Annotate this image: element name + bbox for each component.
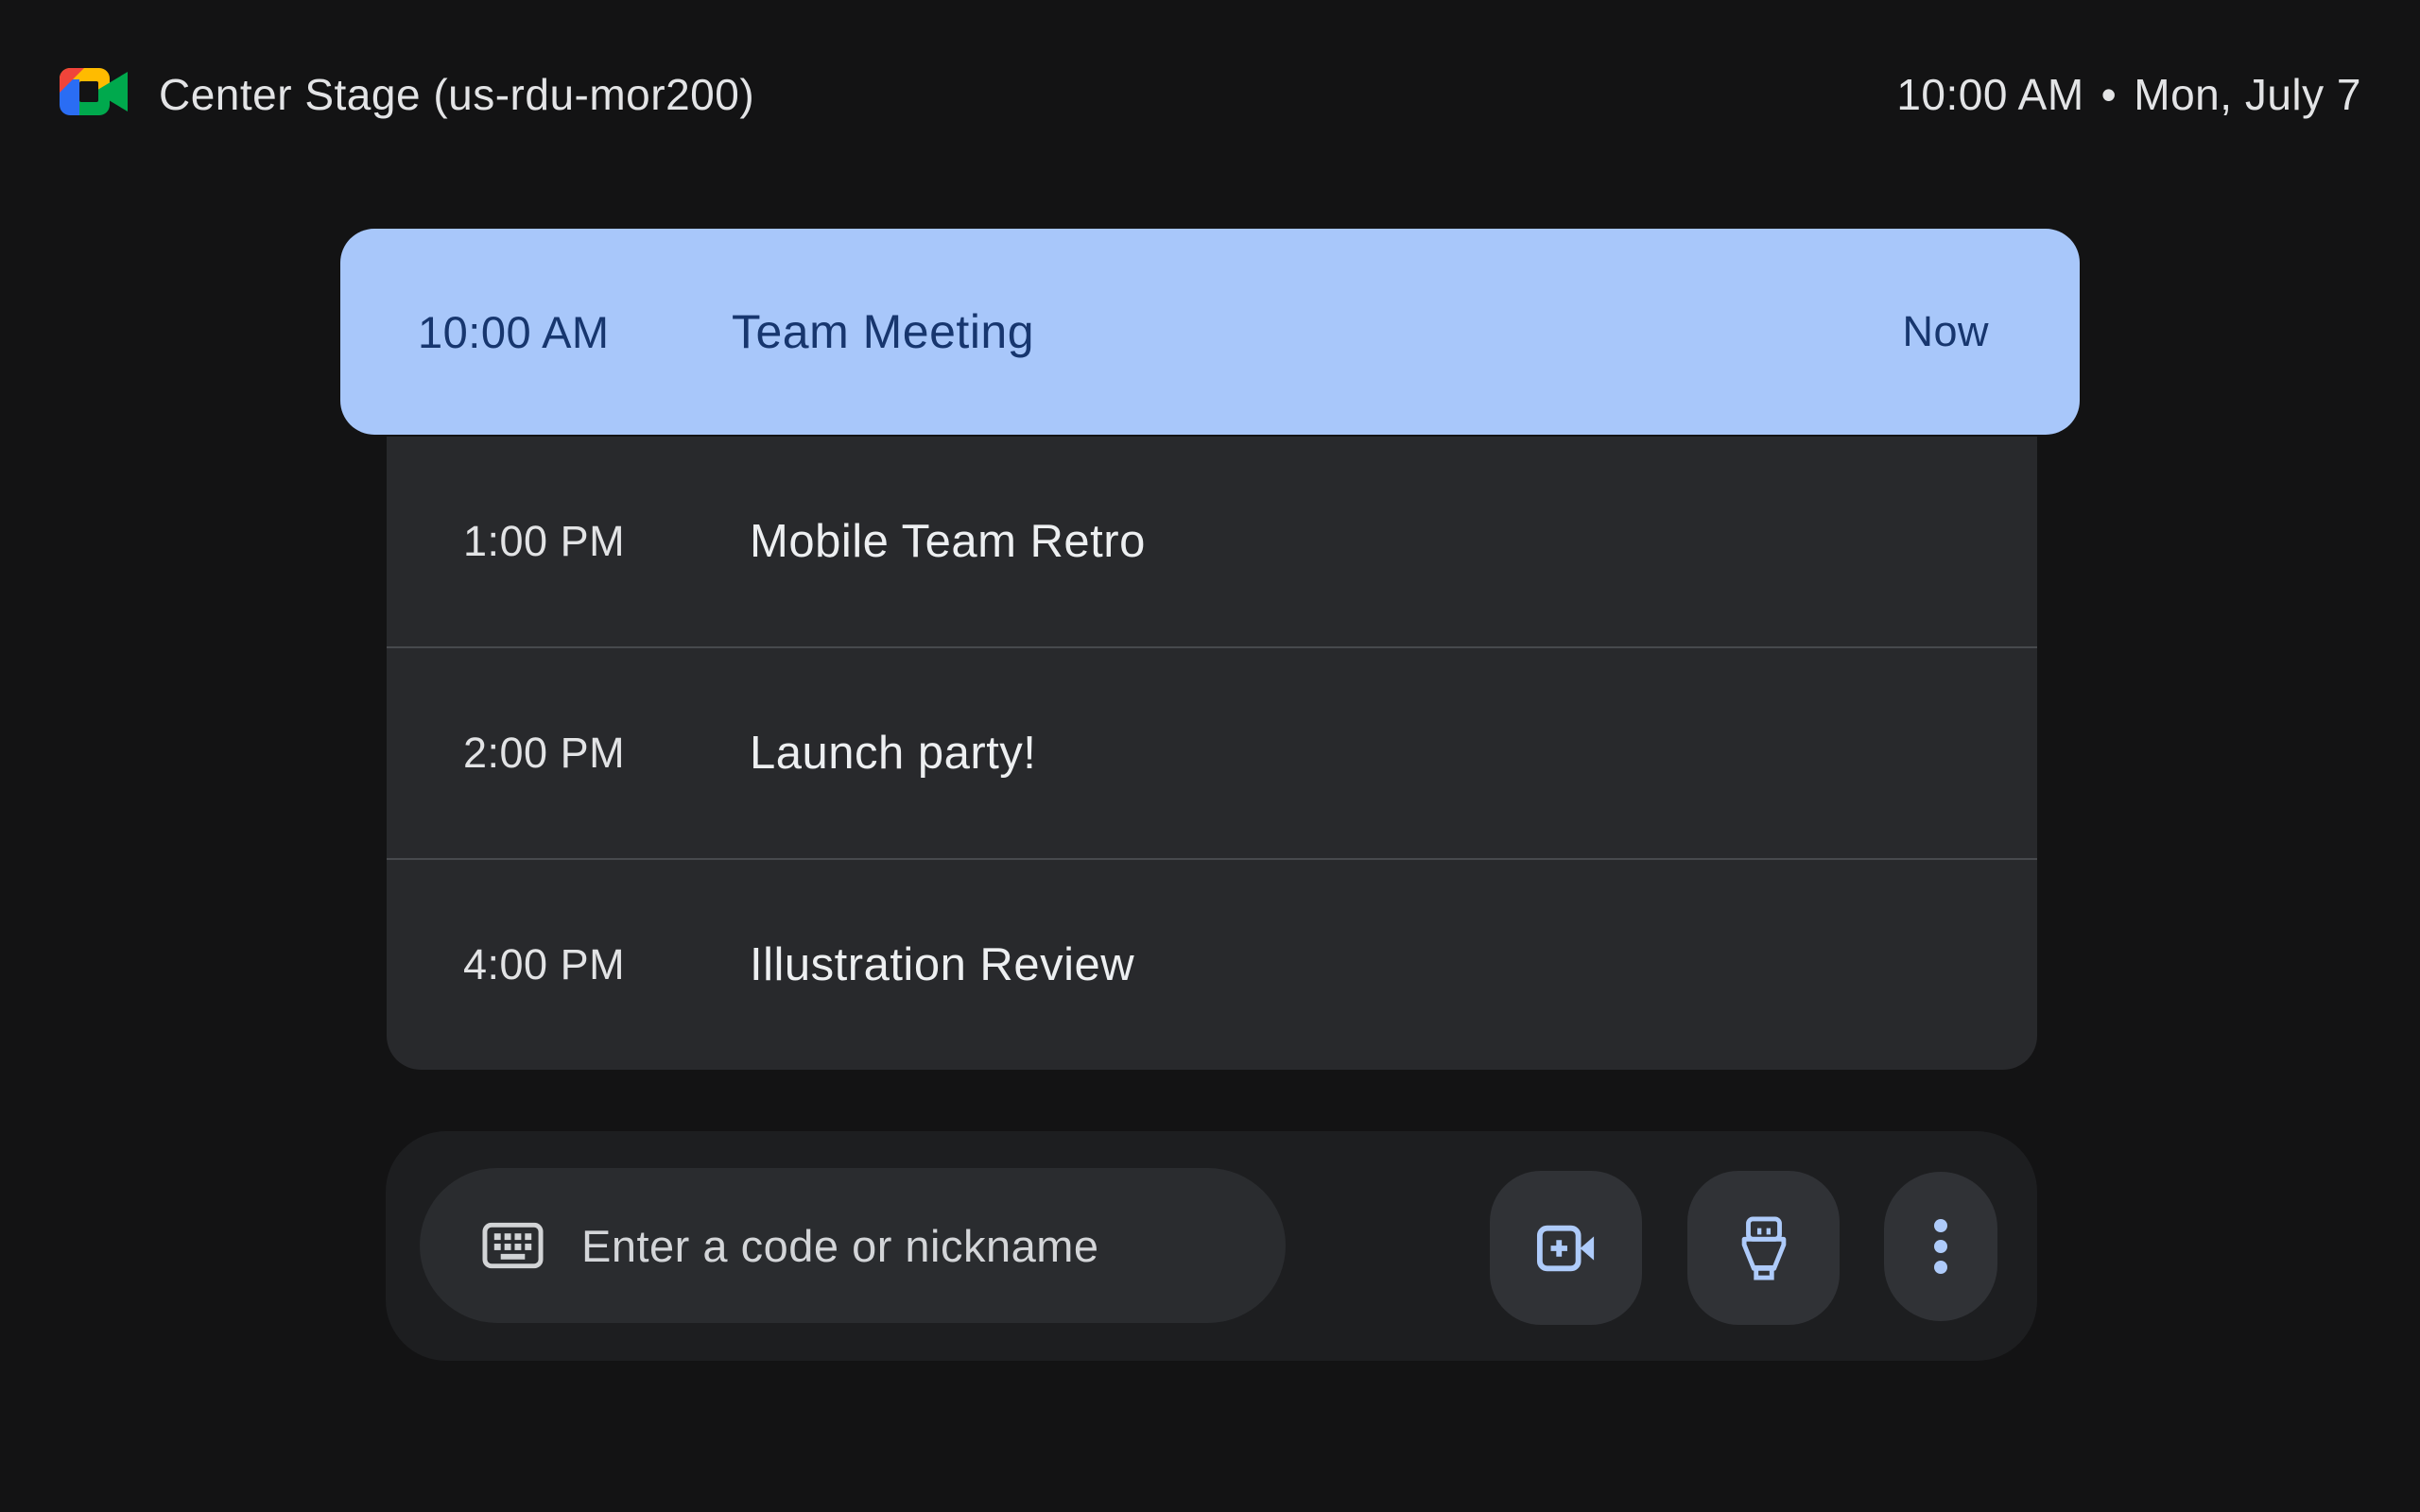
code-input-placeholder: Enter a code or nickname [581, 1220, 1099, 1272]
clock-separator: • [2101, 69, 2118, 120]
meet-room-home-screen: Center Stage (us-rdu-mor200) 10:00 AM • … [0, 0, 2420, 1512]
room-name: Center Stage (us-rdu-mor200) [159, 64, 754, 125]
meeting-code-input[interactable]: Enter a code or nickname [420, 1168, 1286, 1323]
keyboard-icon [482, 1222, 544, 1269]
event-time: 1:00 PM [463, 517, 625, 566]
current-event-time: 10:00 AM [418, 229, 610, 435]
schedule-row[interactable]: 1:00 PM Mobile Team Retro [387, 437, 2037, 646]
action-bar: Enter a code or nickname [386, 1131, 2037, 1361]
current-event-title: Team Meeting [732, 229, 1034, 435]
clock-time: 10:00 AM [1896, 69, 2083, 120]
event-title: Launch party! [750, 727, 1036, 780]
event-title: Illustration Review [750, 938, 1134, 991]
present-cable-button[interactable] [1687, 1171, 1840, 1325]
event-time: 4:00 PM [463, 940, 625, 989]
event-time: 2:00 PM [463, 729, 625, 778]
event-title: Mobile Team Retro [750, 515, 1146, 568]
upcoming-events-panel: 1:00 PM Mobile Team Retro 2:00 PM Launch… [387, 437, 2037, 1070]
clock-date-text: Mon, July 7 [2134, 69, 2361, 120]
three-dot-menu-icon [1934, 1219, 1947, 1274]
current-event-card[interactable]: 10:00 AM Team Meeting Now [340, 229, 2080, 435]
schedule-row[interactable]: 2:00 PM Launch party! [387, 646, 2037, 858]
google-meet-logo-icon [60, 68, 131, 117]
header: Center Stage (us-rdu-mor200) 10:00 AM • … [0, 0, 2420, 132]
clock-date: 10:00 AM • Mon, July 7 [1896, 64, 2361, 125]
hdmi-cable-icon [1740, 1216, 1788, 1280]
new-meeting-button[interactable] [1490, 1171, 1642, 1325]
now-badge: Now [1902, 229, 1989, 435]
video-plus-icon [1536, 1224, 1597, 1273]
more-options-button[interactable] [1884, 1172, 1997, 1321]
schedule-row[interactable]: 4:00 PM Illustration Review [387, 858, 2037, 1070]
